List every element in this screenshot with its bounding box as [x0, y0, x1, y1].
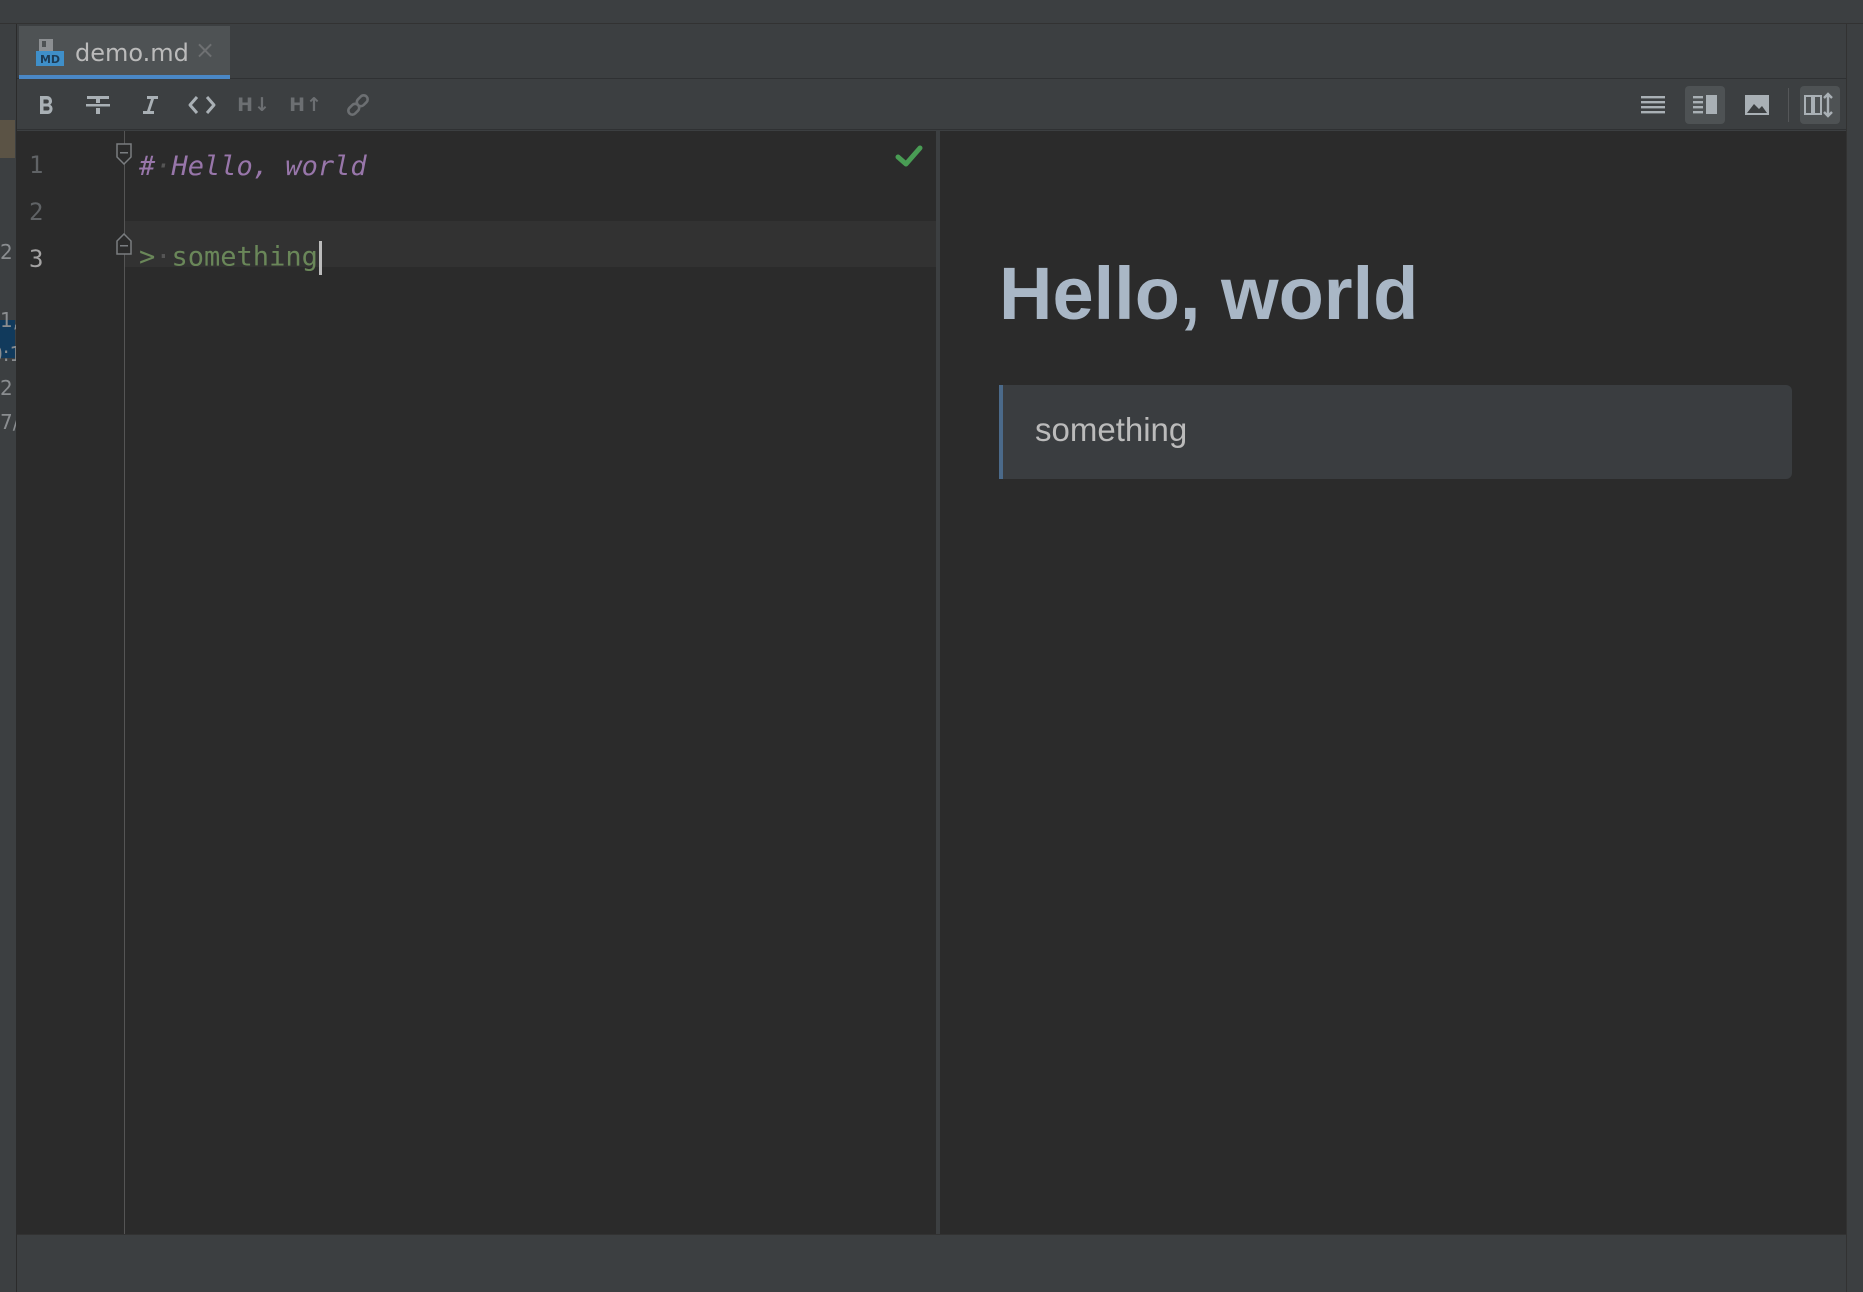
header-down-icon: H↓ [237, 94, 271, 116]
left-strip-marker [0, 120, 15, 158]
inspection-ok-check-icon[interactable] [895, 143, 923, 169]
code-icon [187, 93, 217, 117]
left-strip-text: 0:1 [0, 342, 17, 366]
title-strip [0, 0, 1863, 24]
editor-only-view-button[interactable] [1633, 86, 1673, 124]
code-line-heading[interactable]: #·Hello, world [139, 151, 367, 182]
preview-blockquote: something [999, 385, 1792, 479]
tab-label: demo.md [75, 39, 189, 67]
line-number: 3 [29, 245, 79, 273]
markdown-toolbar: H↓ H↑ [17, 80, 1846, 130]
right-tool-strip [1846, 24, 1863, 1292]
preview-only-view-button[interactable] [1737, 86, 1777, 124]
blockquote-text: something [172, 242, 318, 273]
strikethrough-button[interactable] [78, 86, 118, 124]
bold-button[interactable] [26, 86, 66, 124]
line-number: 2 [29, 198, 79, 226]
editor-tab-bar: MD demo.md × [17, 24, 1846, 79]
code-line-blockquote[interactable]: >·something [139, 241, 322, 275]
text-caret [319, 241, 322, 275]
bottom-bar [17, 1234, 1846, 1292]
fold-end-icon[interactable] [115, 233, 133, 255]
header-level-up-button[interactable]: H↑ [286, 86, 326, 124]
fold-start-icon[interactable] [115, 143, 133, 165]
gutter-border [124, 131, 125, 1234]
code-button[interactable] [182, 86, 222, 124]
preview-blockquote-text: something [1035, 411, 1187, 449]
preview-heading: Hello, world [999, 251, 1418, 336]
whitespace-dot: · [155, 151, 171, 182]
italic-icon [138, 93, 162, 117]
image-icon [1744, 93, 1770, 117]
whitespace-dot: · [155, 242, 171, 273]
split-view-button[interactable] [1685, 86, 1725, 124]
left-strip-text: 1, [0, 308, 17, 332]
markdown-file-icon: MD [36, 37, 64, 67]
heading-marker: # [139, 151, 155, 182]
text-lines-icon [1640, 93, 1666, 117]
blockquote-marker: > [139, 242, 155, 273]
markdown-preview: Hello, world something [940, 131, 1850, 1234]
markdown-editor[interactable]: 1 2 3 #·Hello, world >·something [17, 131, 936, 1234]
tab-demo-md[interactable]: MD demo.md × [19, 26, 230, 79]
toolbar-separator [1788, 88, 1789, 122]
header-up-icon: H↑ [289, 94, 323, 116]
file-icon-text: MD [40, 53, 60, 66]
layout-toggle-button[interactable] [1800, 86, 1840, 124]
line-number: 1 [29, 151, 79, 179]
left-tool-strip: 2 1, 0:1 2 7/ [0, 24, 17, 1292]
italic-button[interactable] [130, 86, 170, 124]
heading-text: Hello, world [172, 151, 367, 182]
tab-close-button[interactable]: × [195, 36, 215, 64]
left-strip-text: 2 [0, 240, 13, 264]
strikethrough-icon [85, 93, 111, 117]
split-view-icon [1692, 93, 1718, 117]
header-level-down-button[interactable]: H↓ [234, 86, 274, 124]
link-button[interactable] [338, 86, 378, 124]
ide-window: 2 1, 0:1 2 7/ MD demo.md × [0, 0, 1863, 1292]
bold-icon [34, 93, 58, 117]
left-strip-text: 2 [0, 376, 13, 400]
change-split-layout-icon [1804, 91, 1836, 119]
left-strip-text: 7/ [0, 410, 17, 434]
link-icon [345, 92, 371, 118]
